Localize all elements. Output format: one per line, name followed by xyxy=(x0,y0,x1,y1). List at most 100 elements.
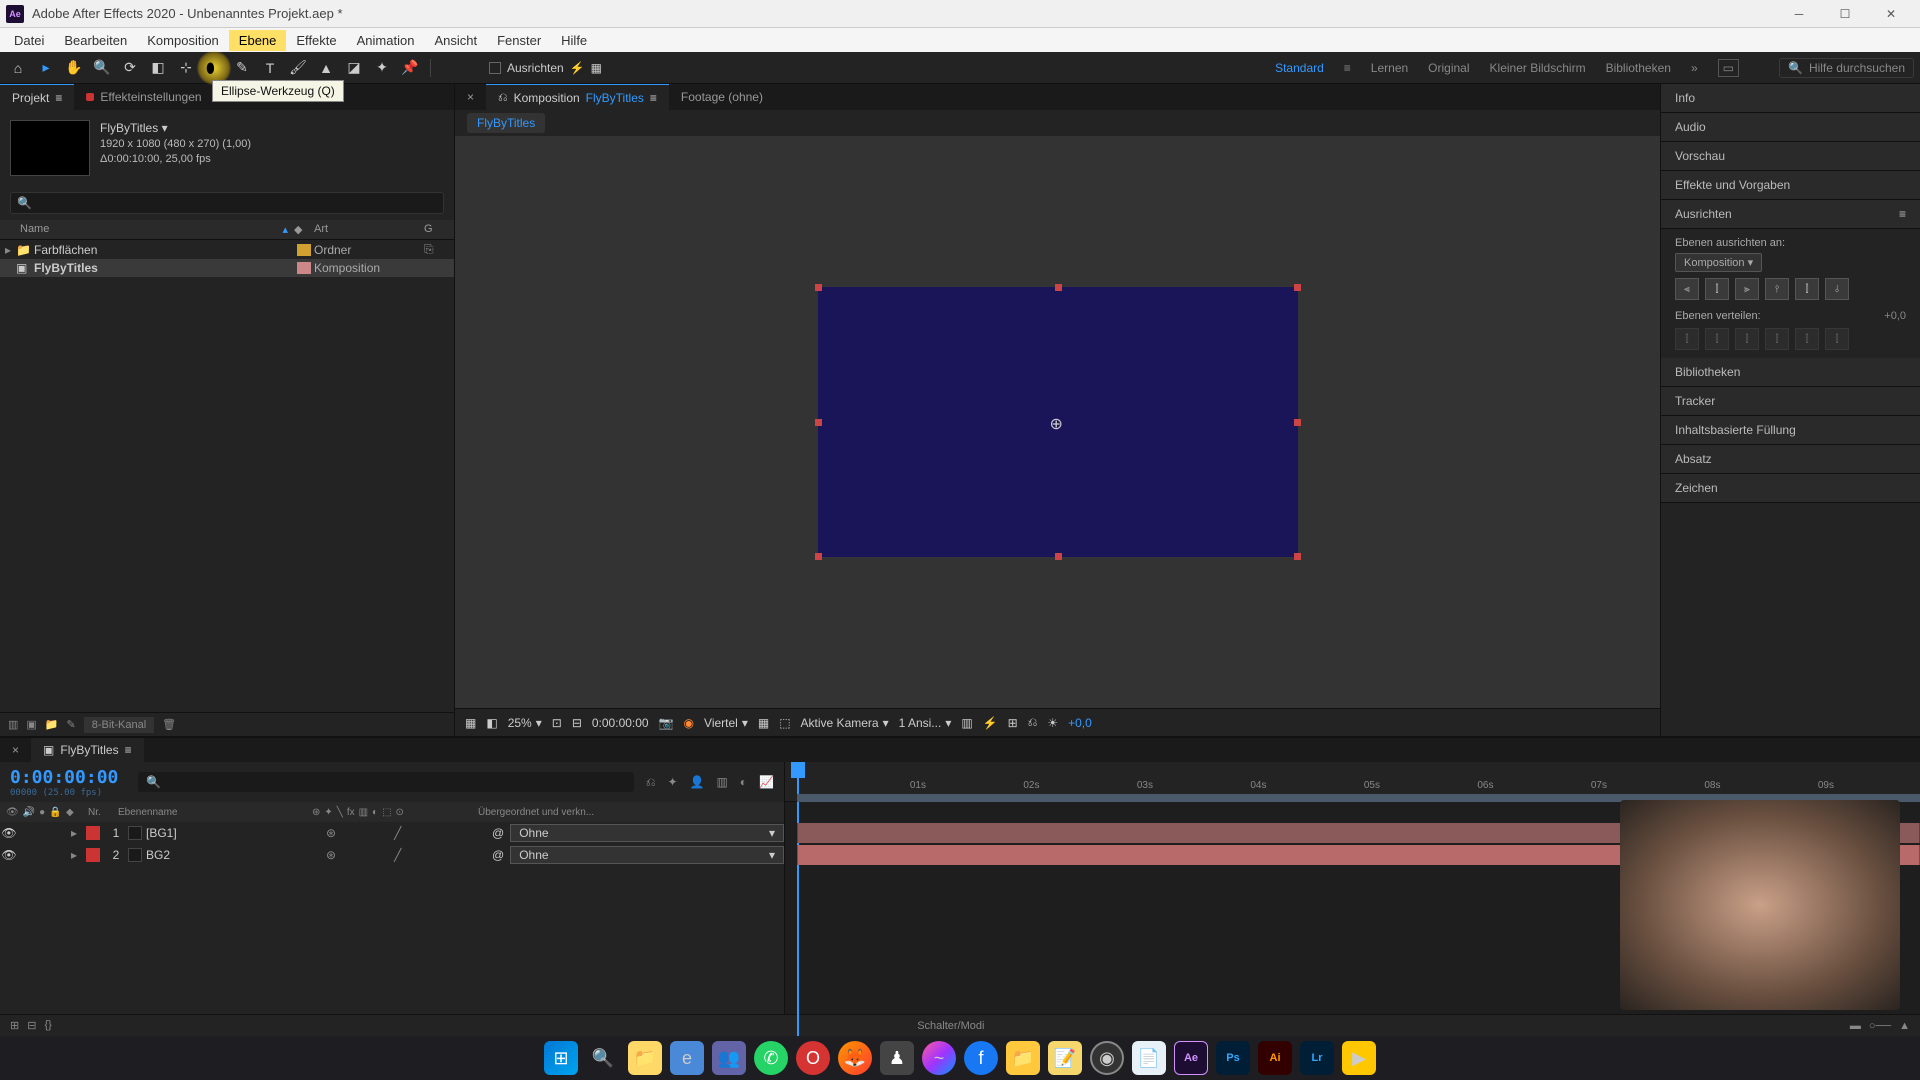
exposure-reset-icon[interactable]: ☀ xyxy=(1047,716,1058,730)
tab-projekt[interactable]: Projekt ≡ xyxy=(0,84,74,110)
photoshop-icon[interactable]: Ps xyxy=(1216,1041,1250,1075)
brush-tool-icon[interactable]: 🖌 xyxy=(286,56,310,80)
panel-audio[interactable]: Audio xyxy=(1661,113,1920,142)
menu-bearbeiten[interactable]: Bearbeiten xyxy=(54,30,137,51)
panel-info[interactable]: Info xyxy=(1661,84,1920,113)
workspace-menu-icon[interactable]: ≡ xyxy=(1344,61,1351,75)
tab-menu-icon[interactable]: ≡ xyxy=(125,743,132,757)
shy-icon[interactable]: 👤 xyxy=(690,775,705,790)
3d-icon[interactable]: ⬚ xyxy=(779,716,790,730)
workspace-panel-icon[interactable]: ▭ xyxy=(1718,59,1739,77)
eraser-tool-icon[interactable]: ◪ xyxy=(342,56,366,80)
puppet-tool-icon[interactable]: 📌 xyxy=(398,56,422,80)
switch-shy[interactable]: ⊛ xyxy=(326,848,336,862)
time-display[interactable]: 0:00:00:00 xyxy=(592,716,649,730)
obs-icon[interactable]: ◉ xyxy=(1090,1041,1124,1075)
comp-dropdown-icon[interactable]: ▾ xyxy=(162,121,168,135)
label-color[interactable] xyxy=(86,848,100,862)
breadcrumb[interactable]: FlyByTitles xyxy=(467,113,545,133)
handle-tm[interactable] xyxy=(1055,284,1062,291)
snap-checkbox[interactable] xyxy=(489,62,501,74)
pickwhip-icon[interactable]: @ xyxy=(492,826,504,840)
col-type-header[interactable]: Art xyxy=(314,223,424,236)
camera-dropdown[interactable]: Aktive Kamera ▾ xyxy=(801,716,889,730)
taskbar-search-icon[interactable]: 🔍 xyxy=(586,1041,620,1075)
comp-tab-close[interactable]: × xyxy=(455,84,486,110)
handle-tl[interactable] xyxy=(815,284,822,291)
quality-dropdown[interactable]: Viertel ▾ xyxy=(704,716,748,730)
align-top-button[interactable]: ⫯ xyxy=(1765,278,1789,300)
switch-icon[interactable]: ◐ xyxy=(372,807,378,818)
tab-effekteinstellungen[interactable]: Effekteinstellungen xyxy=(74,84,213,110)
roto-tool-icon[interactable]: ✦ xyxy=(370,56,394,80)
minimize-button[interactable]: ─ xyxy=(1776,0,1822,28)
after-effects-icon[interactable]: Ae xyxy=(1174,1041,1208,1075)
fast-preview-icon[interactable]: ⚡ xyxy=(983,716,998,730)
parent-dropdown[interactable]: Ohne▾ xyxy=(510,846,784,864)
opera-icon[interactable]: O xyxy=(796,1041,830,1075)
expand-icon[interactable]: ▸ xyxy=(66,848,82,862)
col-solo-icon[interactable]: ● xyxy=(39,807,45,818)
zoom-slider[interactable]: ○── xyxy=(1869,1020,1891,1032)
flowchart-icon[interactable]: ⎌ xyxy=(498,90,508,105)
anchor-tool-icon[interactable]: ⊹ xyxy=(174,56,198,80)
link-icon[interactable]: ⎘ xyxy=(424,242,454,257)
motion-blur-icon[interactable]: ◐ xyxy=(740,775,747,790)
teams-icon[interactable]: 👥 xyxy=(712,1041,746,1075)
graph-editor-icon[interactable]: 📈 xyxy=(759,775,774,790)
align-right-button[interactable]: ⫸ xyxy=(1735,278,1759,300)
handle-br[interactable] xyxy=(1294,553,1301,560)
notepad-icon[interactable]: 📄 xyxy=(1132,1041,1166,1075)
expand-icon[interactable]: ▸ xyxy=(0,243,16,257)
panel-ausrichten[interactable]: Ausrichten≡ xyxy=(1661,200,1920,229)
workspace-kleiner[interactable]: Kleiner Bildschirm xyxy=(1490,61,1586,75)
switch-icon[interactable]: ⬚ xyxy=(382,807,391,818)
workspace-bibliotheken[interactable]: Bibliotheken xyxy=(1606,61,1671,75)
maximize-button[interactable]: ☐ xyxy=(1822,0,1868,28)
res-full-icon[interactable]: ⊡ xyxy=(552,716,562,730)
toggle-brackets-icon[interactable]: {} xyxy=(44,1019,51,1032)
time-ruler[interactable]: 01s 02s 03s 04s 05s 06s 07s 08s 09s xyxy=(785,762,1920,802)
panel-vorschau[interactable]: Vorschau xyxy=(1661,142,1920,171)
hand-tool-icon[interactable]: ✋ xyxy=(62,56,86,80)
col-lock-icon[interactable]: 🔒 xyxy=(49,807,61,818)
mask-icon[interactable]: ◧ xyxy=(486,716,497,730)
col-audio-icon[interactable]: 🔊 xyxy=(23,807,35,818)
zoom-in-icon[interactable]: ▲ xyxy=(1899,1020,1910,1032)
col-parent-header[interactable]: Übergeordnet und verkn... xyxy=(472,807,784,818)
firefox-icon[interactable]: 🦊 xyxy=(838,1041,872,1075)
menu-animation[interactable]: Animation xyxy=(347,30,425,51)
file-explorer-icon[interactable]: 📁 xyxy=(628,1041,662,1075)
trash-icon[interactable]: 🗑 xyxy=(162,718,176,731)
home-icon[interactable]: ⌂ xyxy=(6,56,30,80)
handle-ml[interactable] xyxy=(815,419,822,426)
shape-tool-icon[interactable]: ⬮ Ellipse-Werkzeug (Q) xyxy=(202,56,226,80)
handle-tr[interactable] xyxy=(1294,284,1301,291)
rotation-tool-icon[interactable]: ◧ xyxy=(146,56,170,80)
col-name-header[interactable]: Name xyxy=(0,223,282,236)
expand-icon[interactable]: ▸ xyxy=(66,826,82,840)
panel-zeichen[interactable]: Zeichen xyxy=(1661,474,1920,503)
project-row-comp[interactable]: ▣ FlyByTitles Komposition xyxy=(0,259,454,277)
bit-depth[interactable]: 8-Bit-Kanal xyxy=(84,717,154,733)
whatsapp-icon[interactable]: ✆ xyxy=(754,1041,788,1075)
timeline-search[interactable]: 🔍 xyxy=(138,772,633,792)
app-icon-yellow[interactable]: ▶ xyxy=(1342,1041,1376,1075)
project-row-folder[interactable]: ▸ 📁 Farbflächen Ordner ⎘ xyxy=(0,240,454,259)
switch-icon[interactable]: ╲ xyxy=(337,807,343,818)
start-button[interactable]: ⊞ xyxy=(544,1041,578,1075)
help-search[interactable]: 🔍 Hilfe durchsuchen xyxy=(1779,58,1914,78)
orbit-tool-icon[interactable]: ⟳ xyxy=(118,56,142,80)
switch-quality[interactable]: ╱ xyxy=(394,826,401,840)
menu-effekte[interactable]: Effekte xyxy=(286,30,346,51)
align-hcenter-button[interactable]: ⫿ xyxy=(1705,278,1729,300)
col-num-header[interactable]: Nr. xyxy=(88,807,112,818)
new-comp-icon[interactable]: ▣ xyxy=(26,718,36,731)
notes-icon[interactable]: 📝 xyxy=(1048,1041,1082,1075)
selection-tool-icon[interactable]: ▸ xyxy=(34,56,58,80)
color-channel-icon[interactable]: ◉ xyxy=(684,716,694,730)
comp-mini-flowchart-icon[interactable]: ⎌ xyxy=(646,775,656,790)
switch-icon[interactable]: fx xyxy=(347,807,355,818)
messenger-icon[interactable]: ~ xyxy=(922,1041,956,1075)
label-color[interactable] xyxy=(297,244,311,256)
